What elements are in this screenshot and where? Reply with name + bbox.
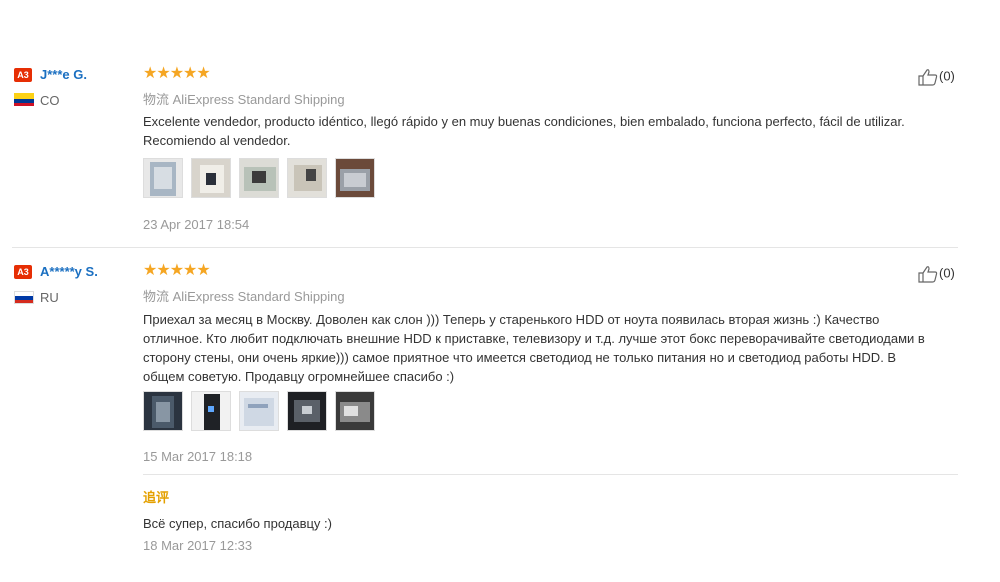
shipping-method: 物流 AliExpress Standard Shipping <box>143 89 345 108</box>
review-text: Приехал за месяц в Москву. Доволен как с… <box>143 312 925 384</box>
helpful-count: (0) <box>939 265 955 281</box>
review-photo-thumbnail[interactable] <box>335 391 375 431</box>
rating-stars: ★★★★★ <box>143 262 211 279</box>
helpful-button[interactable]: (0) <box>917 68 955 86</box>
review-photo-thumbnail[interactable] <box>191 391 231 431</box>
thumbs-up-icon <box>918 69 938 86</box>
review-photo-thumbnail[interactable] <box>335 158 375 198</box>
review-photo-thumbnail[interactable] <box>239 158 279 198</box>
followup-label: 追评 <box>143 490 170 505</box>
review-photo-thumbnail[interactable] <box>191 158 231 198</box>
review-text: Excelente vendedor, producto idéntico, l… <box>143 114 905 148</box>
buyer-level-badge: A3 <box>14 68 32 82</box>
followup-divider <box>143 474 958 475</box>
reviewer-name: J***e G. <box>40 67 87 82</box>
shipping-name: AliExpress Standard Shipping <box>172 289 345 304</box>
country-flag-icon <box>14 291 34 304</box>
review-photo-thumbnail[interactable] <box>287 391 327 431</box>
review-divider <box>12 247 958 248</box>
shipping-label: 物流 <box>143 92 170 107</box>
helpful-button[interactable]: (0) <box>917 265 955 283</box>
shipping-name: AliExpress Standard Shipping <box>172 92 345 107</box>
reviewer-country: CO <box>40 93 60 108</box>
shipping-method: 物流 AliExpress Standard Shipping <box>143 286 345 305</box>
reviewer-country: RU <box>40 290 59 305</box>
reviewer-name: A*****y S. <box>40 264 98 279</box>
followup-date: 18 Mar 2017 12:33 <box>143 538 253 553</box>
rating-stars: ★★★★★ <box>143 65 211 82</box>
buyer-level-badge: A3 <box>14 265 32 279</box>
country-flag-icon <box>14 93 34 106</box>
review-photo-thumbnail[interactable] <box>143 391 183 431</box>
helpful-count: (0) <box>939 68 955 84</box>
review-date: 15 Mar 2017 18:18 <box>143 449 253 464</box>
review-photo-thumbnail[interactable] <box>239 391 279 431</box>
review-photo-thumbnail[interactable] <box>143 158 183 198</box>
shipping-label: 物流 <box>143 289 170 304</box>
review-photo-thumbnail[interactable] <box>287 158 327 198</box>
followup-text: Всё супер, спасибо продавцу :) <box>143 516 332 531</box>
thumbs-up-icon <box>918 266 938 283</box>
review-date: 23 Apr 2017 18:54 <box>143 217 250 232</box>
